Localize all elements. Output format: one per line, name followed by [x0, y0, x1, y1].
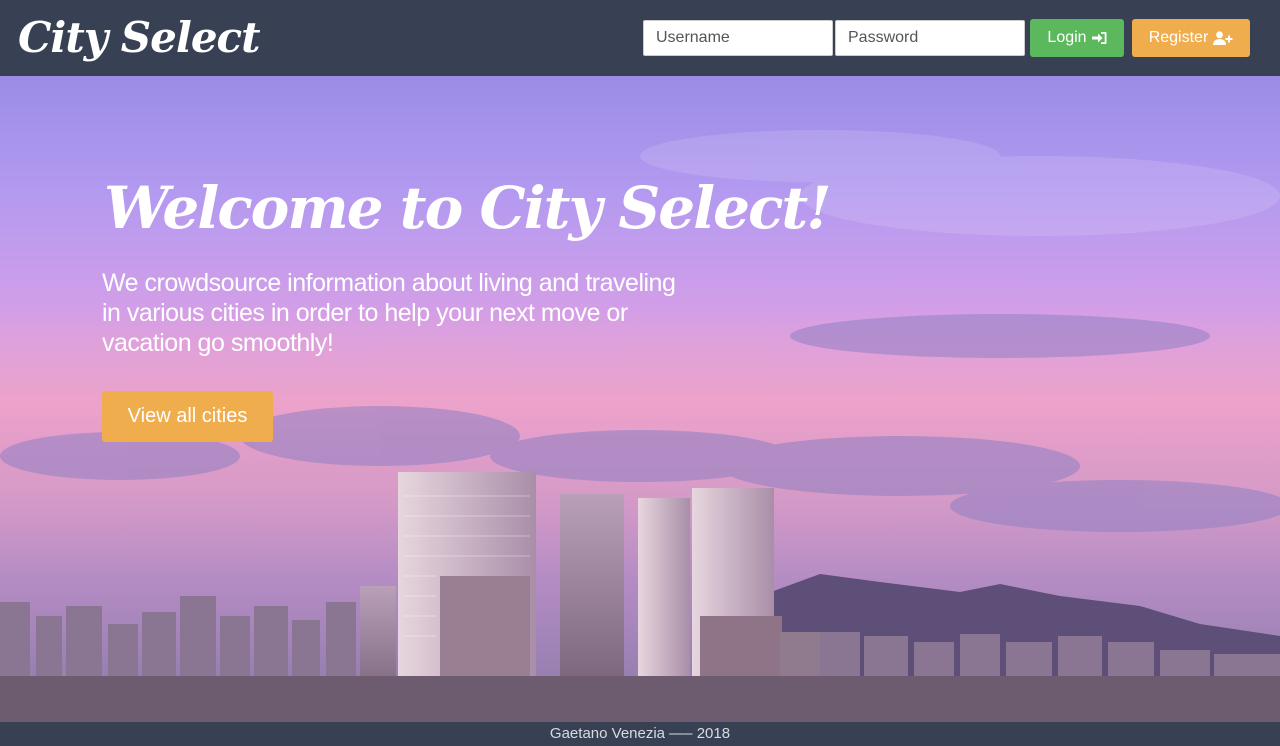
username-input[interactable] [643, 20, 833, 56]
brand-logo[interactable]: City Select [18, 10, 261, 66]
login-button[interactable]: Login [1030, 19, 1124, 57]
navbar: City Select Login Register [0, 0, 1280, 76]
user-plus-icon [1213, 31, 1233, 45]
register-button[interactable]: Register [1132, 19, 1250, 57]
login-button-label: Login [1047, 29, 1087, 46]
password-input[interactable] [835, 20, 1025, 56]
view-all-cities-button[interactable]: View all cities [102, 391, 273, 442]
hero-title: Welcome to City Select! [104, 174, 832, 242]
footer-credit: Gaetano Venezia —– 2018 [549, 725, 731, 742]
footer: Gaetano Venezia —– 2018 [0, 722, 1280, 746]
hero-section: Welcome to City Select! We crowdsource i… [0, 76, 1280, 722]
hero-lead: We crowdsource information about living … [102, 269, 676, 357]
sign-in-icon [1091, 31, 1107, 45]
register-button-label: Register [1148, 29, 1209, 46]
